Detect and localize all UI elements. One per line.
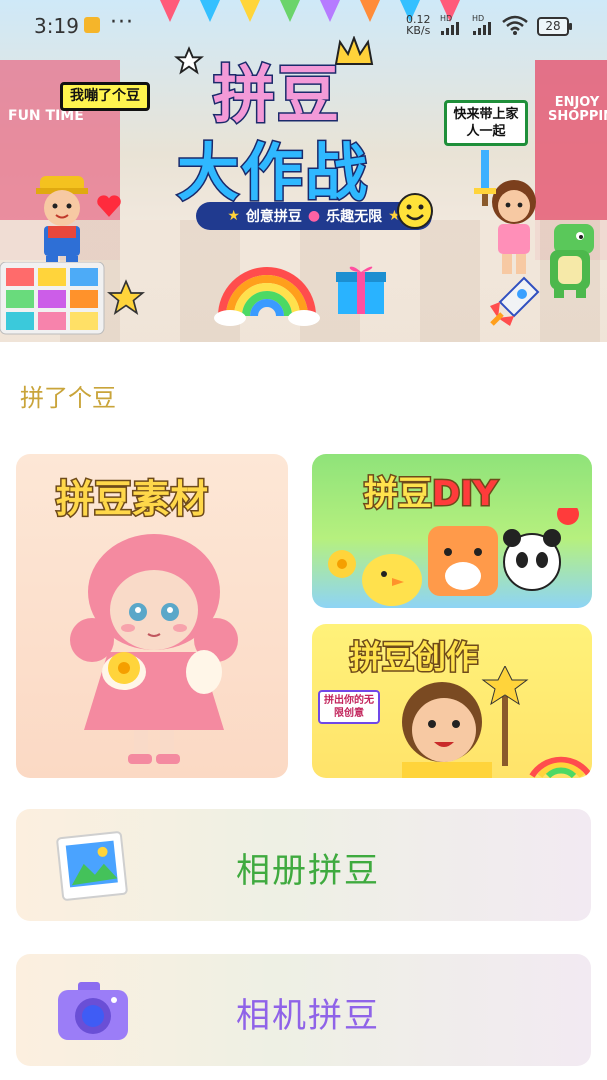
tagline-right: 乐趣无限 [326,209,383,225]
photo-gallery-icon [56,831,128,901]
status-bar: 3:19 ··· 0.12 KB/s HD HD 28 [0,0,607,56]
status-time: 3:19 [34,14,79,38]
album-bead-label: 相册拼豆 [236,851,380,891]
section-title: 拼了个豆 [20,384,116,412]
battery-icon: 28 [537,17,572,36]
signal-icon [441,22,459,35]
knitted-girl-doll-illustration [70,534,238,764]
dot-separator-icon: ● [307,208,321,224]
tagline-left: 创意拼豆 [245,209,302,225]
gift-box-icon [336,266,386,314]
card-bead-materials[interactable]: 拼豆素材 [16,454,288,778]
pixel-boy-creation-illustration [402,666,592,778]
rainbow-decoration [214,267,320,326]
camera-bead-button[interactable]: 相机拼豆 [16,954,591,1066]
card-bead-diy[interactable]: 拼豆DIY [312,454,592,608]
banner-title-line2: 大作战 [175,135,370,211]
bead-tray-decoration [0,262,105,335]
network-speed: 0.12 KB/s [406,14,431,36]
star-icon: ★ [227,208,240,224]
notification-app-icon [84,17,100,33]
more-notifications-icon: ··· [110,10,134,35]
album-bead-button[interactable]: 相册拼豆 [16,809,591,921]
banner-title-line1: 拼豆 [211,57,342,133]
network-speed-unit: KB/s [406,24,431,37]
enjoy-shopping-sign: ENJOY SHOPPING [548,95,607,124]
camera-bead-label: 相机拼豆 [236,996,380,1036]
heart-icon [97,195,121,217]
smiley-face-icon [397,193,433,229]
pixel-animals-illustration [328,508,579,606]
wifi-icon [502,15,528,35]
banner-bubble-right: 快来带上家人一起 [444,100,528,146]
smiling-star-icon [106,279,146,315]
signal-icon [473,22,491,35]
camera-icon [58,982,128,1040]
pixel-rocket-icon [490,276,540,326]
card-bead-materials-label: 拼豆素材 [54,476,209,523]
card-bead-creation[interactable]: 拼豆创作 拼出你的无限创意 [312,624,592,778]
banner-bubble-left: 我嘣了个豆 [60,82,150,111]
pixel-dinosaur-character [550,224,594,298]
card-bead-creation-bubble: 拼出你的无限创意 [318,690,380,724]
pixel-sword-icon [474,150,496,206]
